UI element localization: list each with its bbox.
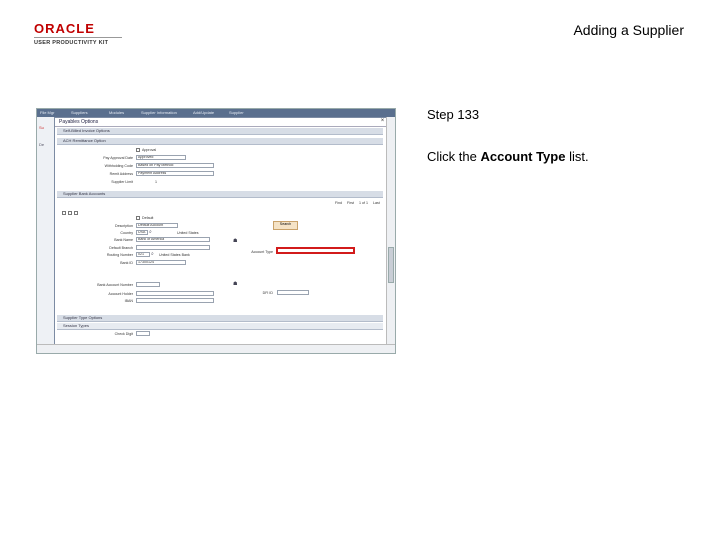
- default-label-2: Default Branch: [109, 246, 133, 250]
- default-label: Default: [142, 216, 154, 220]
- default-checkbox[interactable]: [136, 216, 140, 220]
- bank-id-input[interactable]: 17300124: [136, 260, 186, 265]
- check-digit-input[interactable]: [136, 331, 150, 336]
- check-digit-label: Check Digit: [114, 332, 133, 336]
- grid-nav-first[interactable]: First: [347, 201, 354, 205]
- country-label: Country: [120, 231, 133, 235]
- lookup-icon[interactable]: ⌕: [151, 252, 156, 257]
- dfi-label: DFI ID: [262, 291, 273, 295]
- left-nav: Su De: [37, 117, 55, 347]
- account-type-select[interactable]: [276, 247, 355, 254]
- grid-nav-last[interactable]: Last: [373, 201, 380, 205]
- remit-select[interactable]: Payment Address: [136, 171, 214, 176]
- horizontal-scrollbar[interactable]: [37, 344, 395, 353]
- iban-input[interactable]: [136, 298, 214, 303]
- step-label: Step 133: [427, 107, 480, 122]
- left-nav-marker: De: [39, 142, 45, 147]
- supplier-limit-value: 1: [155, 180, 157, 184]
- nav-item[interactable]: Supplier: [229, 110, 244, 115]
- dfi-input[interactable]: [277, 290, 309, 295]
- search-button[interactable]: Search: [273, 221, 298, 230]
- oracle-upk-logo: ORACLE USER PRODUCTIVITY KIT: [34, 22, 126, 46]
- section-session[interactable]: Session Types: [57, 323, 383, 330]
- bank-icon[interactable]: ☗: [233, 239, 238, 244]
- logo-divider: [34, 37, 122, 38]
- section-self-billed[interactable]: Self-Billed Invoice Options: [57, 128, 383, 135]
- section-ach[interactable]: ACH Remittance Option: [57, 138, 383, 145]
- grid-icon[interactable]: [68, 211, 72, 215]
- acct-holder-input[interactable]: [136, 291, 214, 296]
- lock-icon: ☗: [233, 281, 238, 287]
- checkbox-label: Approval: [142, 148, 157, 152]
- logo-product: USER PRODUCTIVITY KIT: [34, 40, 109, 46]
- routing-label: Routing Number: [106, 253, 133, 257]
- iban-label: IBAN: [124, 299, 133, 303]
- section-bank-accounts[interactable]: Supplier Bank Accounts: [57, 191, 383, 198]
- withholding-select[interactable]: Based on Pay Method: [136, 163, 214, 168]
- instruction-prefix: Click the: [427, 149, 481, 164]
- instruction-text: Click the Account Type list.: [427, 149, 589, 164]
- remit-label: Remit Address: [109, 172, 133, 176]
- grid-nav-count: 1 of 1: [359, 201, 368, 205]
- country-input[interactable]: USA: [136, 230, 148, 235]
- app-screenshot: File Mgr Suppliers Modules Supplier Info…: [36, 108, 396, 354]
- description-input[interactable]: Default Account: [136, 223, 178, 228]
- nav-item[interactable]: Suppliers: [71, 110, 88, 115]
- description-label: Description: [115, 224, 133, 228]
- supplier-limit-label: Supplier Limit: [111, 180, 133, 184]
- scrollbar-thumb[interactable]: [388, 247, 394, 283]
- grid-icon[interactable]: [74, 211, 78, 215]
- bank-id-label: Bank ID: [120, 261, 133, 265]
- account-number-input[interactable]: [136, 282, 160, 287]
- page-title: Adding a Supplier: [573, 22, 684, 38]
- nav-item[interactable]: Modules: [109, 110, 124, 115]
- modal-header: Payables Options ×: [55, 118, 388, 127]
- country-name: United States: [177, 231, 199, 235]
- account-type-label: Account Type: [251, 250, 273, 254]
- grid-icon[interactable]: [62, 211, 66, 215]
- bank-name-label: Bank Name: [114, 238, 133, 242]
- instruction-suffix: list.: [565, 149, 589, 164]
- pay-approval-select[interactable]: Approved: [136, 155, 186, 160]
- nav-item[interactable]: File Mgr: [40, 110, 54, 115]
- routing-bank: United States Bank: [159, 253, 190, 257]
- payables-options-modal: Payables Options × Self-Billed Invoice O…: [54, 117, 389, 347]
- withholding-label: Withholding Code: [104, 164, 133, 168]
- account-number-label: Bank Account Number: [97, 283, 133, 287]
- pay-approval-label: Pay Approval Date: [103, 156, 133, 160]
- bank-name-input[interactable]: Bank of America: [136, 237, 210, 242]
- top-nav: File Mgr Suppliers Modules Supplier Info…: [37, 109, 395, 117]
- grid-nav-find[interactable]: Find: [335, 201, 342, 205]
- section-supplier-type[interactable]: Supplier Type Options: [57, 315, 383, 322]
- left-nav-marker: Su: [39, 125, 44, 130]
- nav-item[interactable]: Supplier Information: [141, 110, 177, 115]
- logo-brand: ORACLE: [34, 21, 95, 36]
- vertical-scrollbar[interactable]: [386, 117, 395, 347]
- checkbox[interactable]: [136, 148, 140, 152]
- acct-holder-label: Account Holder: [108, 292, 133, 296]
- modal-title: Payables Options: [59, 119, 99, 125]
- lookup-icon[interactable]: ⌕: [149, 230, 154, 235]
- close-icon[interactable]: ×: [379, 118, 386, 125]
- nav-item[interactable]: Add/Update: [193, 110, 214, 115]
- routing-input[interactable]: 021: [136, 252, 150, 257]
- instruction-target: Account Type: [480, 149, 566, 164]
- branch-input[interactable]: [136, 245, 210, 250]
